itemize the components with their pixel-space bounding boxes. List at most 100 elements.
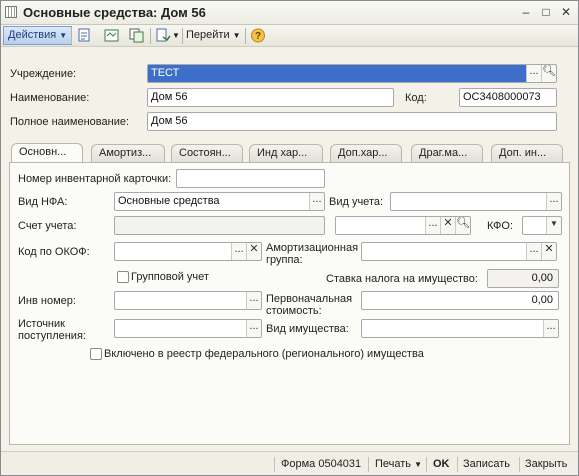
goto-label: Перейти [186,29,230,41]
full-name-label: Полное наименование: [10,116,130,128]
okof-label: Код по ОКОФ: [18,246,90,258]
print-label: Печать [375,458,412,470]
status-separator [519,457,520,472]
select-button[interactable]: ... [526,243,541,260]
account-label: Счет учета: [18,220,77,232]
institution-value: ТЕСТ [148,65,556,82]
name-input[interactable]: Дом 56 [147,88,394,107]
dropdown-arrow-icon: ▼ [414,460,423,469]
tax-rate-input[interactable]: 0,00 [487,269,559,288]
dropdown-arrow-icon: ▼ [232,31,241,40]
source-field[interactable]: ... [114,319,262,338]
code-label: Код: [405,92,427,104]
dropdown-arrow-icon[interactable]: ▼ [172,31,180,40]
select-button[interactable]: ... [425,217,440,234]
minimize-button[interactable]: – [518,5,534,20]
initial-cost-label: Первоначальная стоимость: [266,293,353,317]
maximize-button[interactable]: □ [538,5,554,20]
dropdown-arrow-icon: ▼ [59,31,68,40]
inv-number-field[interactable]: ... [114,291,262,310]
account-field[interactable] [114,216,325,235]
actions-label: Действия [8,29,57,41]
accounting-type-field[interactable]: ... [390,192,562,211]
okof-field[interactable]: ... ✕ [114,242,262,261]
nfa-type-label: Вид НФА: [18,196,68,208]
status-separator [457,457,458,472]
property-type-label: Вид имущества: [266,323,349,335]
tab-label: Драг.ма... [419,147,468,159]
goto-menu-button[interactable]: Перейти ▼ [186,29,241,41]
tax-rate-label: Ставка налога на имущество: [326,273,478,285]
post-document-icon[interactable] [77,28,93,43]
select-button[interactable]: ... [543,320,558,337]
svg-text:?: ? [255,31,261,42]
name-label: Наименование: [10,92,90,104]
initial-cost-input[interactable]: 0,00 [361,291,559,310]
select-button[interactable]: ... [309,193,324,210]
form-0504031-link[interactable]: Форма 0504031 [281,458,361,470]
tab-additional-characteristics[interactable]: Доп.хар... [330,144,402,162]
institution-label: Учреждение: [10,68,77,80]
code-input[interactable]: ОС3408000073 [459,88,557,107]
registry-checkbox[interactable] [90,348,102,360]
toolbar-separator [182,28,183,44]
tab-individual-characteristics[interactable]: Инд хар... [249,144,323,162]
toolbar-separator [71,28,72,44]
search-icon[interactable]: 🔍︎ [455,217,470,234]
clear-icon[interactable]: ✕ [541,243,556,260]
actions-menu-button[interactable]: Действия ▼ [3,26,73,45]
toolbar-separator [150,28,151,44]
source-label: Источник поступления: [18,318,86,342]
dropdown-arrow-icon[interactable]: ▼ [546,217,561,234]
toolbar: Действия ▼ ▼ Перейти ▼ ? [1,25,578,47]
tab-label: Доп. ин... [499,147,547,159]
select-button[interactable]: ... [231,243,246,260]
tab-label: Основн... [19,146,67,158]
tab-additional-info[interactable]: Доп. ин... [491,144,563,162]
tab-precious-metals[interactable]: Драг.ма... [411,144,483,162]
nfa-type-value: Основные средства [118,195,220,207]
account-select-field[interactable]: ... ✕ 🔍︎ [335,216,471,235]
amort-group-label: Амортизационная группа: [266,242,359,266]
amort-group-field[interactable]: ... ✕ [361,242,557,261]
close-button[interactable]: Закрыть [525,458,567,470]
tab-amortization[interactable]: Амортиз... [91,144,165,162]
institution-field[interactable]: ТЕСТ ... 🔍︎ [147,64,557,83]
nfa-type-field[interactable]: Основные средства ... [114,192,325,211]
select-button[interactable]: ... [246,292,261,309]
tab-label: Инд хар... [257,147,308,159]
clear-icon[interactable]: ✕ [246,243,261,260]
registry-label: Включено в реестр федерального (регионал… [104,348,424,360]
full-name-input[interactable]: Дом 56 [147,112,557,131]
window-icon [5,6,17,18]
structure-icon[interactable] [104,28,120,43]
status-separator [368,457,369,472]
inv-card-input[interactable] [176,169,325,188]
status-bar: Форма 0504031 Печать ▼ OK Записать Закры… [1,451,578,475]
tab-basic[interactable]: Основн... [11,143,83,163]
select-button[interactable]: ... [546,193,561,210]
window-title: Основные средства: Дом 56 [23,5,206,20]
inv-card-label: Номер инвентарной карточки: [18,173,172,185]
close-window-button[interactable]: ✕ [558,5,574,20]
tab-state[interactable]: Состоян... [171,144,243,162]
property-type-field[interactable]: ... [361,319,559,338]
select-button[interactable]: ... [526,65,541,82]
title-bar: Основные средства: Дом 56 – □ ✕ [1,1,578,25]
accounting-type-label: Вид учета: [329,196,384,208]
ok-button[interactable]: OK [433,458,450,470]
search-icon[interactable]: 🔍︎ [541,65,556,82]
tab-label: Доп.хар... [338,147,388,159]
kfo-label: КФО: [487,220,514,232]
kfo-select[interactable]: ▼ [522,216,562,235]
status-separator [426,457,427,472]
clear-icon[interactable]: ✕ [440,217,455,234]
based-on-icon[interactable] [155,28,171,43]
select-button[interactable]: ... [246,320,261,337]
help-icon[interactable]: ? [250,28,266,43]
save-button[interactable]: Записать [463,458,510,470]
tab-label: Амортиз... [99,147,152,159]
group-account-checkbox[interactable] [117,271,129,283]
print-menu-button[interactable]: Печать ▼ [375,458,422,470]
copy-document-icon[interactable] [129,28,145,43]
